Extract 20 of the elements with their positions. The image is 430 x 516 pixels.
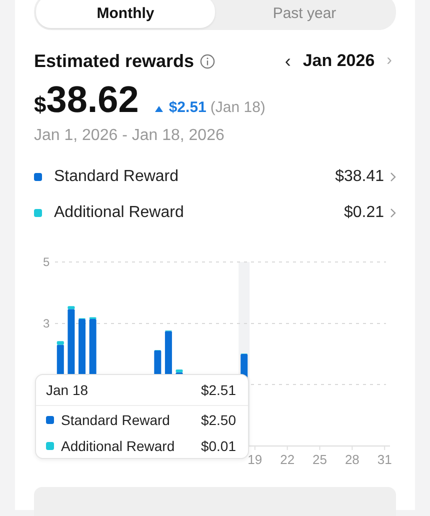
change-date: (Jan 18): [210, 99, 266, 116]
x-axis-label: 19: [248, 452, 262, 467]
month-label: Jan 2026: [302, 51, 375, 71]
tooltip-date: Jan 18: [46, 382, 88, 398]
tooltip-value: $0.01: [200, 438, 236, 454]
date-range: Jan 1, 2026 - Jan 18, 2026: [34, 127, 226, 145]
y-axis-label: 5: [43, 255, 50, 269]
change-amount: $2.51: [168, 99, 206, 116]
tooltip-total: $2.51: [200, 382, 236, 398]
y-axis-label: 3: [43, 316, 50, 330]
tooltip-value: $2.50: [200, 412, 236, 428]
x-axis-label: 28: [344, 452, 360, 467]
currency-sign: $: [34, 92, 46, 118]
tooltip-label: Additional Reward: [61, 438, 175, 454]
x-axis-label: 22: [280, 452, 295, 467]
section-title: Estimated rewards: [34, 50, 194, 72]
x-axis-label: 25: [312, 452, 327, 467]
total-amount: 38.62: [46, 79, 139, 121]
tooltip-label: Standard Reward: [61, 412, 170, 428]
x-axis-label: 31: [377, 452, 392, 467]
